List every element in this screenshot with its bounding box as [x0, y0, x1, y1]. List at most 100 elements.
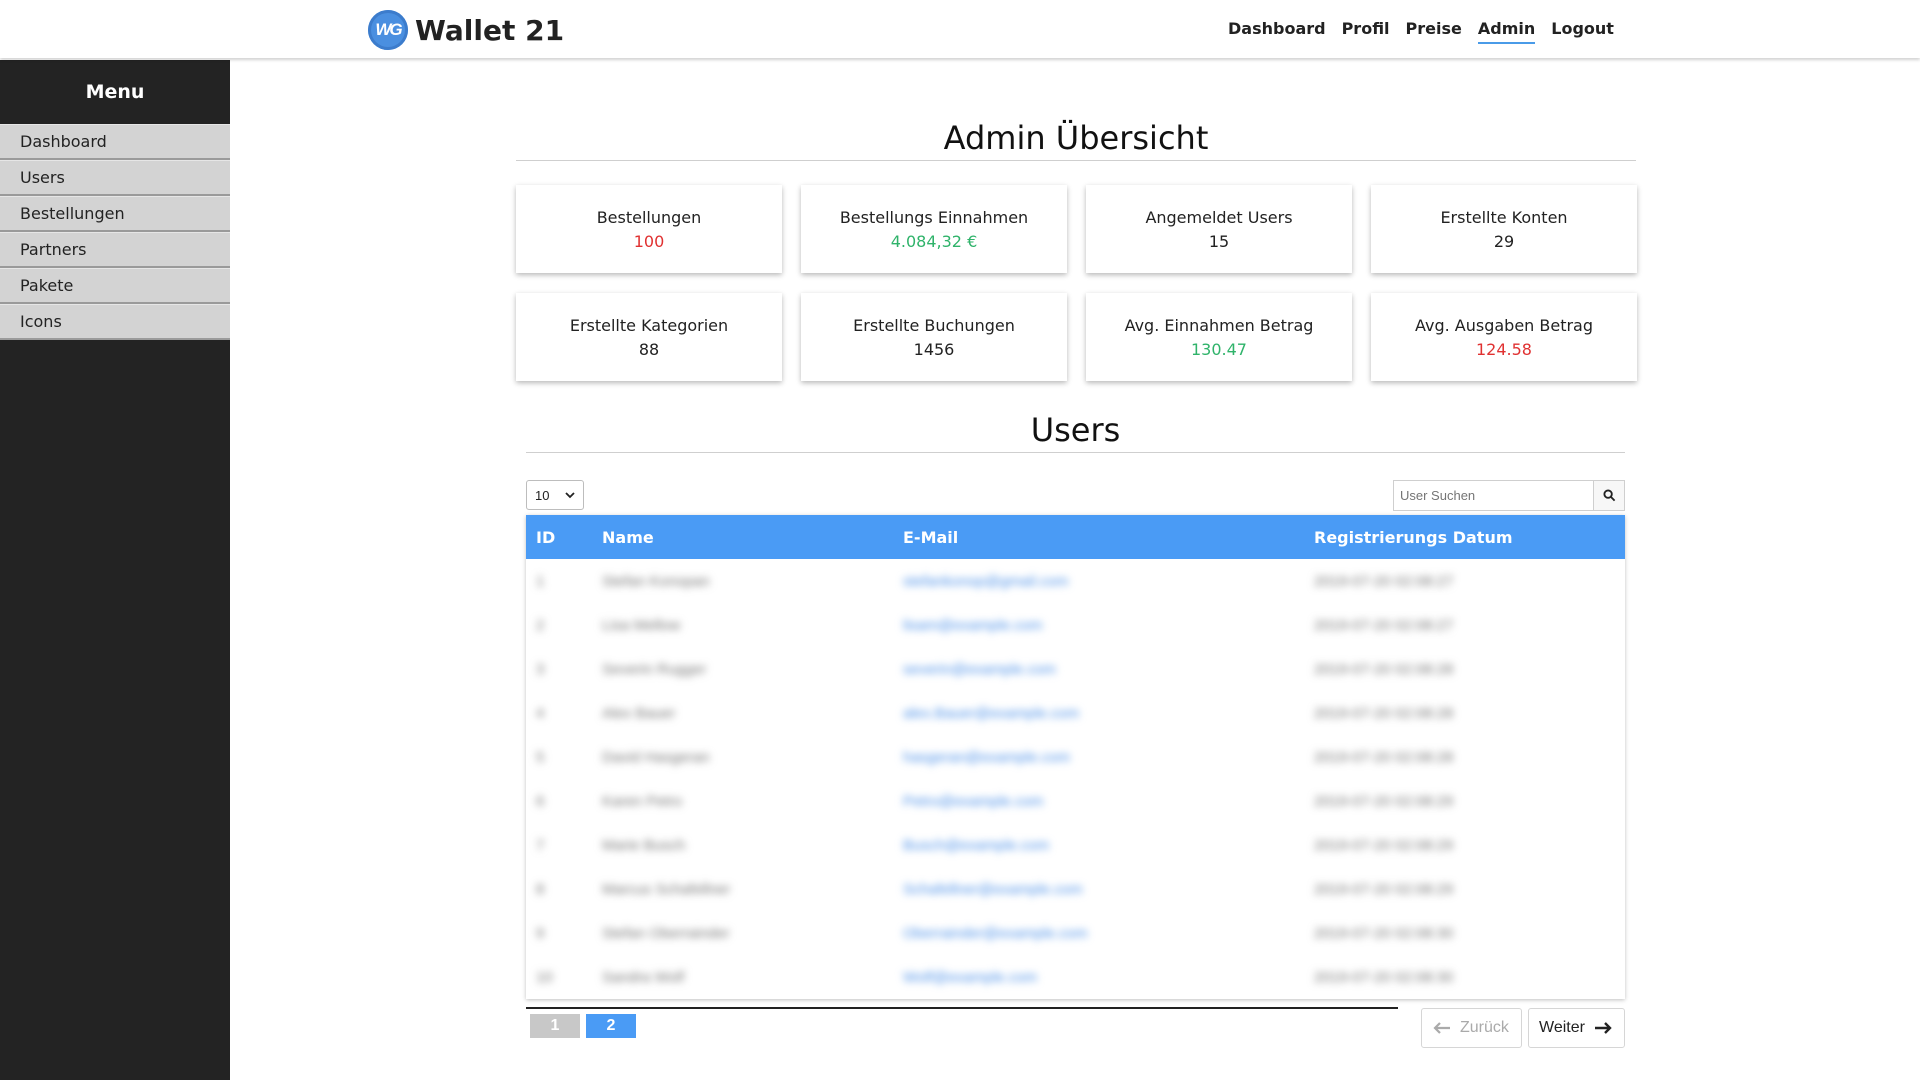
- row-date: 2019-07-20 02:08:30: [1314, 925, 1454, 942]
- row-id: 2: [536, 617, 545, 634]
- row-name: Stefan Oberrainder: [602, 925, 730, 942]
- table-row[interactable]: 9 Stefan Oberrainder Oberrainder@example.c…: [526, 911, 1625, 955]
- search-icon: [1602, 489, 1615, 502]
- column-id[interactable]: ID: [536, 528, 555, 547]
- row-email[interactable]: Petro@example.com: [903, 793, 1043, 810]
- sidebar-item-partners[interactable]: Partners: [0, 232, 230, 268]
- row-date: 2019-07-20 02:08:29: [1314, 837, 1454, 854]
- stat-value: 130.47: [1191, 339, 1247, 359]
- sidebar: Menu Dashboard Users Bestellungen Partne…: [0, 60, 230, 1080]
- page-title: Admin Übersicht: [516, 116, 1636, 161]
- table-row[interactable]: 6 Karen Petro Petro@example.com 2019-07-20 …: [526, 779, 1625, 823]
- row-name: David Hasgeran: [602, 749, 710, 766]
- arrow-right-icon: [1594, 1022, 1612, 1034]
- stat-value: 88: [638, 339, 660, 359]
- table-row[interactable]: 3 Severin Rugger severin@example.com 2019-0…: [526, 647, 1625, 691]
- row-id: 7: [536, 837, 545, 854]
- users-table: ID Name E-Mail Registrierungs Datum 1 Ste…: [526, 515, 1625, 999]
- sidebar-item-pakete[interactable]: Pakete: [0, 268, 230, 304]
- column-name[interactable]: Name: [602, 528, 654, 547]
- pagination-divider: [526, 1007, 1398, 1009]
- table-row[interactable]: 5 David Hasgeran hasgeran@example.com 2019-…: [526, 735, 1625, 779]
- row-email[interactable]: severin@example.com: [903, 661, 1056, 678]
- row-date: 2019-07-20 02:08:30: [1314, 969, 1454, 986]
- sidebar-item-icons[interactable]: Icons: [0, 304, 230, 340]
- stat-label: Bestellungen: [596, 207, 702, 227]
- per-page-select[interactable]: 10: [526, 480, 584, 510]
- row-name: Stefan Konopan: [602, 573, 710, 590]
- table-row[interactable]: 4 Alex Bauer alex.Bauer@example.com 2019-07…: [526, 691, 1625, 735]
- row-date: 2019-07-20 02:08:28: [1314, 705, 1454, 722]
- table-header: ID Name E-Mail Registrierungs Datum: [526, 515, 1625, 559]
- back-label: Zurück: [1460, 1019, 1509, 1036]
- nav-preise[interactable]: Preise: [1406, 19, 1462, 44]
- arrow-left-icon: [1433, 1022, 1450, 1034]
- column-date[interactable]: Registrierungs Datum: [1314, 528, 1513, 547]
- search-input[interactable]: [1393, 480, 1593, 511]
- brand[interactable]: WG Wallet 21: [368, 8, 564, 52]
- users-title: Users: [526, 408, 1625, 453]
- stat-value: 1456: [913, 339, 955, 359]
- row-id: 10: [536, 969, 553, 986]
- table-row[interactable]: 7 Marie Busch Busch@example.com 2019-07-20 …: [526, 823, 1625, 867]
- next-label: Weiter: [1539, 1019, 1585, 1036]
- search-button[interactable]: [1593, 480, 1625, 511]
- row-email[interactable]: Oberrainder@example.com: [903, 925, 1087, 942]
- row-name: Marcus Schafellner: [602, 881, 731, 898]
- main-nav: Dashboard Profil Preise Admin Logout: [1228, 19, 1630, 44]
- row-id: 3: [536, 661, 545, 678]
- row-name: Alex Bauer: [602, 705, 676, 722]
- per-page-value: 10: [535, 487, 550, 503]
- stat-value: 100: [633, 231, 665, 251]
- wallet-logo-icon: WG: [368, 10, 408, 50]
- stat-card: Erstellte Kategorien 88: [516, 293, 782, 381]
- row-email[interactable]: stefankonop@gmail.com: [903, 573, 1068, 590]
- row-date: 2019-07-20 02:08:29: [1314, 881, 1454, 898]
- sidebar-title: Menu: [85, 81, 145, 103]
- table-row[interactable]: 2 Lisa Mellow lisam@example.com 2019-07-20 …: [526, 603, 1625, 647]
- stat-card: Angemeldet Users 15: [1086, 185, 1352, 273]
- row-name: Lisa Mellow: [602, 617, 681, 634]
- row-name: Sandra Wolf: [602, 969, 685, 986]
- row-email[interactable]: Wolf@example.com: [903, 969, 1037, 986]
- column-email[interactable]: E-Mail: [903, 528, 958, 547]
- stats-row-2: Erstellte Kategorien 88 Erstellte Buchun…: [516, 293, 1637, 381]
- row-name: Karen Petro: [602, 793, 683, 810]
- sidebar-item-dashboard[interactable]: Dashboard: [0, 124, 230, 160]
- nav-admin[interactable]: Admin: [1477, 19, 1536, 44]
- row-name: Severin Rugger: [602, 661, 707, 678]
- row-email[interactable]: Schafellner@example.com: [903, 881, 1082, 898]
- back-button[interactable]: Zurück: [1421, 1008, 1522, 1048]
- row-id: 9: [536, 925, 545, 942]
- nav-logout[interactable]: Logout: [1551, 19, 1614, 44]
- row-email[interactable]: Busch@example.com: [903, 837, 1049, 854]
- row-email[interactable]: alex.Bauer@example.com: [903, 705, 1079, 722]
- stat-label: Bestellungs Einnahmen: [839, 207, 1029, 227]
- stat-card: Bestellungs Einnahmen 4.084,32 €: [801, 185, 1067, 273]
- stat-card: Avg. Ausgaben Betrag 124.58: [1371, 293, 1637, 381]
- table-row[interactable]: 10 Sandra Wolf Wolf@example.com 2019-07-20 …: [526, 955, 1625, 999]
- stat-label: Erstellte Kategorien: [569, 315, 729, 335]
- chevron-down-icon: [565, 492, 575, 499]
- sidebar-item-bestellungen[interactable]: Bestellungen: [0, 196, 230, 232]
- page-2-button[interactable]: 2: [586, 1014, 636, 1038]
- stat-value: 124.58: [1476, 339, 1532, 359]
- brand-name: Wallet 21: [415, 13, 565, 47]
- table-row[interactable]: 8 Marcus Schafellner Schafellner@example.c…: [526, 867, 1625, 911]
- row-date: 2019-07-20 02:08:27: [1314, 573, 1454, 590]
- table-row[interactable]: 1 Stefan Konopan stefankonop@gmail.com 2019…: [526, 559, 1625, 603]
- stat-card: Erstellte Konten 29: [1371, 185, 1637, 273]
- nav-dashboard[interactable]: Dashboard: [1228, 19, 1326, 44]
- user-search: [1393, 480, 1625, 511]
- stat-value: 29: [1493, 231, 1515, 251]
- main-content: Admin Übersicht Bestellungen 100 Bestell…: [230, 60, 1920, 1080]
- row-id: 1: [536, 573, 545, 590]
- row-email[interactable]: lisam@example.com: [903, 617, 1042, 634]
- sidebar-item-users[interactable]: Users: [0, 160, 230, 196]
- page-1-button[interactable]: 1: [530, 1014, 580, 1038]
- stat-label: Avg. Einnahmen Betrag: [1124, 315, 1314, 335]
- next-button[interactable]: Weiter: [1528, 1008, 1625, 1048]
- row-date: 2019-07-20 02:08:28: [1314, 661, 1454, 678]
- nav-profil[interactable]: Profil: [1342, 19, 1390, 44]
- row-email[interactable]: hasgeran@example.com: [903, 749, 1070, 766]
